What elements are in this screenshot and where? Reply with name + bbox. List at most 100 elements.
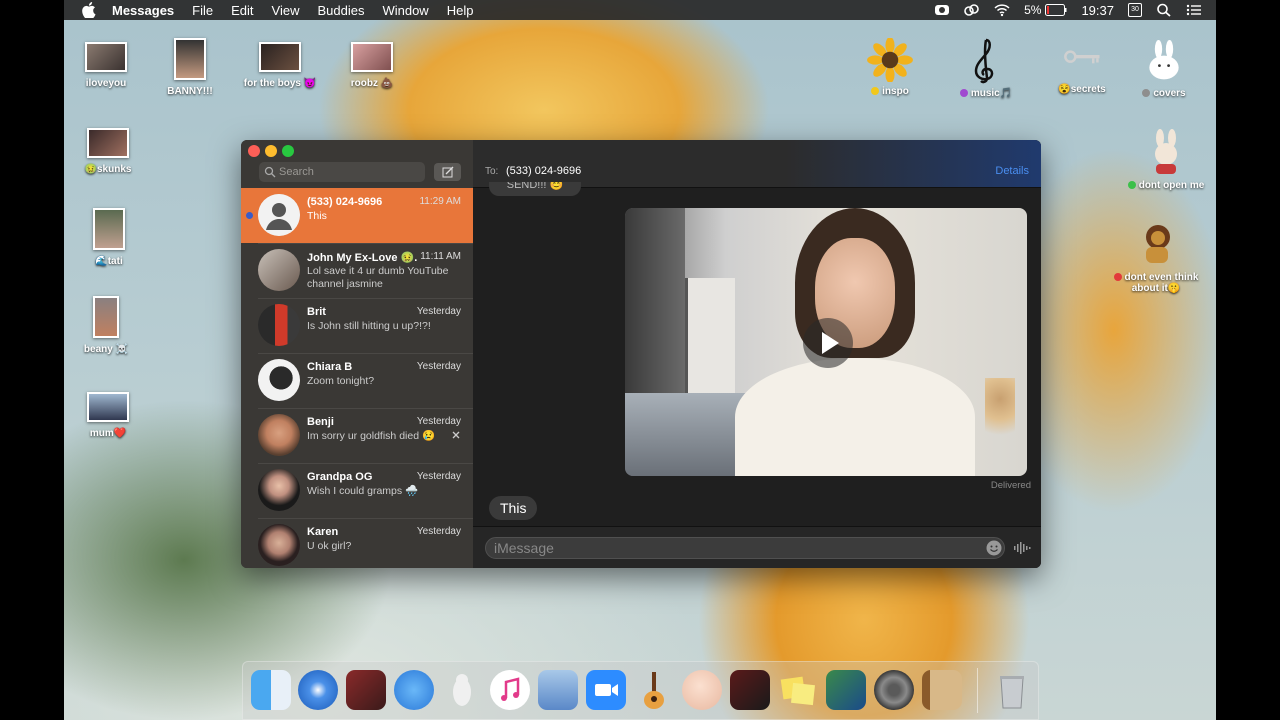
vectornator-icon[interactable] <box>442 670 482 710</box>
face-icon[interactable] <box>682 670 722 710</box>
menu-file[interactable]: File <box>192 3 213 18</box>
menu-help[interactable]: Help <box>447 3 474 18</box>
search-input[interactable]: Search <box>259 162 425 182</box>
conversation-row[interactable]: Grandpa OG Yesterday Wish I could gramps… <box>241 463 473 518</box>
contacts-icon[interactable] <box>922 670 962 710</box>
search-icon[interactable] <box>1156 3 1172 17</box>
message-bubble[interactable]: This <box>489 496 538 520</box>
rabbit-icon <box>1149 40 1179 80</box>
conversation-sidebar: Search (533) 024-9696 11:29 AM This John… <box>241 140 473 568</box>
unread-dot <box>246 212 253 219</box>
itunes-icon[interactable] <box>490 670 530 710</box>
plant <box>985 378 1015 448</box>
photo-thumbnail-icon <box>87 128 129 158</box>
desktop-folder-music[interactable]: music🎵 <box>936 36 1036 99</box>
desktop-icon-label: iloveyou <box>85 78 127 89</box>
battery-percent: 5% <box>1024 3 1042 17</box>
stickies-icon[interactable] <box>778 670 818 710</box>
desktop-icon-label: music🎵 <box>970 88 1013 99</box>
desktop-folder-skunks[interactable]: 🤢skunks <box>64 128 158 175</box>
conversation-name: Grandpa OG <box>307 471 373 483</box>
avatar <box>258 249 300 291</box>
divider <box>258 463 473 464</box>
menu-edit[interactable]: Edit <box>231 3 253 18</box>
camera-icon[interactable] <box>934 3 950 17</box>
avatar <box>258 469 300 511</box>
tag-dot <box>1113 273 1122 282</box>
desktop-folder-tati[interactable]: 🌊tati <box>64 208 159 267</box>
notification-center-icon[interactable] <box>1186 3 1202 17</box>
desktop-folder-dont-even-think[interactable]: dont even think about it🤫 <box>1106 218 1206 294</box>
photo-booth-icon[interactable] <box>346 670 386 710</box>
photo-thumbnail-icon <box>85 42 127 72</box>
audio-message-icon[interactable] <box>1013 541 1031 555</box>
preview-icon[interactable] <box>826 670 866 710</box>
divider <box>258 298 473 299</box>
chat-panel: To: (533) 024-9696 Details SEND!!! 😊 Del… <box>473 140 1041 568</box>
garageband-icon[interactable] <box>634 670 674 710</box>
recipient-field[interactable]: (533) 024-9696 <box>506 165 581 177</box>
video-attachment[interactable] <box>625 208 1027 476</box>
desktop-folder-beany[interactable]: beany ☠️ <box>64 296 156 355</box>
details-button[interactable]: Details <box>995 165 1029 177</box>
desktop-folder-mum[interactable]: mum❤️ <box>64 392 158 439</box>
battery-icon[interactable] <box>1045 4 1067 16</box>
apple-menu-icon[interactable] <box>82 2 96 18</box>
desktop-folder-for-the-boys[interactable]: for the boys 😈 <box>230 42 330 89</box>
desktop-folder-banny[interactable]: BANNY!!! <box>140 38 240 97</box>
conversation-row[interactable]: John My Ex-Love 🤢... 11:11 AM Lol save i… <box>241 243 473 298</box>
menu-buddies[interactable]: Buddies <box>317 3 364 18</box>
play-button[interactable] <box>803 318 853 368</box>
clock[interactable]: 19:37 <box>1081 3 1114 18</box>
zoom-icon[interactable] <box>586 670 626 710</box>
key-icon <box>1064 50 1100 64</box>
safari-icon[interactable] <box>298 670 338 710</box>
minimize-window-button[interactable] <box>265 145 277 157</box>
person-shirt <box>735 358 975 476</box>
calendar-icon[interactable]: 30 <box>1128 3 1142 17</box>
trash-icon[interactable] <box>992 670 1032 710</box>
desktop-folder-dont-open-me[interactable]: dont open me <box>1116 128 1216 191</box>
messages-icon[interactable] <box>394 670 434 710</box>
desktop-icon-tag: 🤢 <box>84 164 97 175</box>
close-window-button[interactable] <box>248 145 260 157</box>
menu-window[interactable]: Window <box>382 3 428 18</box>
delivered-status: Delivered <box>990 480 1031 491</box>
conversation-name: Karen <box>307 526 339 538</box>
conversation-row[interactable]: Benji Yesterday Im sorry ur goldfish die… <box>241 408 473 463</box>
zoom-window-button[interactable] <box>282 145 294 157</box>
treble-clef-icon <box>974 38 994 84</box>
finder-icon[interactable] <box>251 670 291 710</box>
wifi-icon[interactable] <box>994 3 1010 17</box>
conversation-preview: This <box>307 210 327 222</box>
menu-view[interactable]: View <box>272 3 300 18</box>
conversation-time: Yesterday <box>416 526 461 537</box>
desktop-folder-covers[interactable]: covers <box>1114 40 1214 99</box>
divider <box>258 518 473 519</box>
conversation-row[interactable]: (533) 024-9696 11:29 AM This <box>241 188 473 243</box>
conversation-preview: Lol save it 4 ur dumb YouTube channel ja… <box>307 265 449 290</box>
seal-icon[interactable] <box>538 670 578 710</box>
conversation-name: John My Ex-Love 🤢... <box>307 252 417 264</box>
desktop-icon-label: tati <box>107 256 123 267</box>
desktop-folder-roobz[interactable]: roobz 💩 <box>322 42 422 89</box>
bunny-costume-icon <box>1155 129 1177 174</box>
emoji-icon[interactable] <box>986 540 1002 556</box>
close-icon[interactable] <box>452 431 460 439</box>
menu-app-name[interactable]: Messages <box>112 3 174 18</box>
message-input[interactable]: iMessage <box>485 537 1005 559</box>
photo-thumbnail-icon <box>259 42 301 72</box>
conversation-row[interactable]: Karen Yesterday U ok girl? <box>241 518 473 568</box>
compose-button[interactable] <box>434 163 461 181</box>
conversation-row[interactable]: Brit Yesterday Is John still hitting u u… <box>241 298 473 353</box>
photo-thumbnail-icon <box>174 38 206 80</box>
avatar <box>258 304 300 346</box>
conversation-preview: Zoom tonight? <box>307 375 375 387</box>
creative-cloud-icon[interactable] <box>964 3 980 17</box>
desktop-folder-inspo[interactable]: inspo <box>840 38 940 97</box>
conversation-row[interactable]: Chiara B Yesterday Zoom tonight? <box>241 353 473 408</box>
tag-dot <box>1142 89 1151 98</box>
message-bubble[interactable]: SEND!!! 😊 <box>489 182 581 196</box>
system-preferences-icon[interactable] <box>874 670 914 710</box>
photo-app-icon[interactable] <box>730 670 770 710</box>
